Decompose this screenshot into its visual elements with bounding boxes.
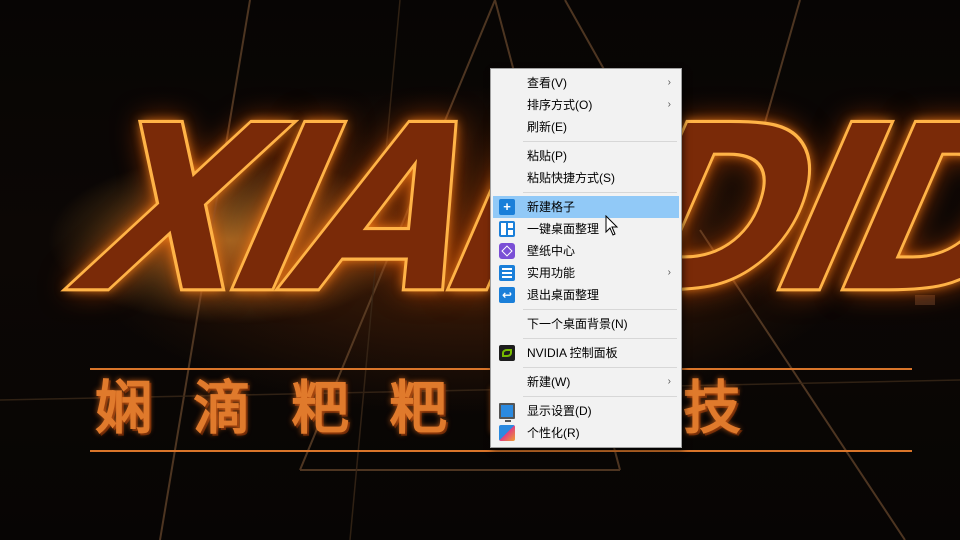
menu-item-new[interactable]: 新建(W) › xyxy=(493,371,679,393)
menu-item-view[interactable]: 查看(V) › xyxy=(493,72,679,94)
desktop-context-menu: 查看(V) › 排序方式(O) › 刷新(E) 粘贴(P) 粘贴快捷方式(S) … xyxy=(490,68,682,448)
menu-item-label: 个性化(R) xyxy=(527,426,580,440)
nvidia-icon xyxy=(499,345,515,361)
menu-separator xyxy=(523,367,677,368)
display-icon xyxy=(499,403,515,422)
menu-item-next-background[interactable]: 下一个桌面背景(N) xyxy=(493,313,679,335)
plus-icon: + xyxy=(499,199,515,215)
submenu-arrow-icon: › xyxy=(667,99,671,110)
cube-icon xyxy=(499,243,515,259)
menu-item-refresh[interactable]: 刷新(E) xyxy=(493,116,679,138)
mouse-cursor-icon xyxy=(605,215,619,236)
menu-item-label: 壁纸中心 xyxy=(527,244,576,258)
menu-item-label: 刷新(E) xyxy=(527,120,567,134)
menu-item-label: NVIDIA 控制面板 xyxy=(527,346,618,360)
submenu-arrow-icon: › xyxy=(667,77,671,88)
menu-separator xyxy=(523,396,677,397)
menu-item-display-settings[interactable]: 显示设置(D) xyxy=(493,400,679,422)
menu-item-exit-organize[interactable]: ↩ 退出桌面整理 xyxy=(493,284,679,306)
menu-item-paste-shortcut[interactable]: 粘贴快捷方式(S) xyxy=(493,167,679,189)
menu-item-utilities[interactable]: 实用功能 › xyxy=(493,262,679,284)
menu-item-label: 粘贴快捷方式(S) xyxy=(527,171,615,185)
menu-item-label: 下一个桌面背景(N) xyxy=(527,317,628,331)
list-icon xyxy=(499,265,515,281)
desktop-wallpaper[interactable]: XIANDIDABA 娴滴粑粑的科技 xyxy=(0,0,960,540)
menu-separator xyxy=(523,338,677,339)
menu-item-personalize[interactable]: 个性化(R) xyxy=(493,422,679,444)
menu-item-one-click-organize[interactable]: 一键桌面整理 xyxy=(493,218,679,240)
menu-item-label: 新建(W) xyxy=(527,375,571,389)
menu-item-new-grid[interactable]: + 新建格子 xyxy=(493,196,679,218)
menu-item-label: 显示设置(D) xyxy=(527,404,592,418)
menu-item-label: 排序方式(O) xyxy=(527,98,593,112)
menu-item-label: 查看(V) xyxy=(527,76,567,90)
menu-item-label: 粘贴(P) xyxy=(527,149,567,163)
menu-separator xyxy=(523,309,677,310)
menu-item-label: 一键桌面整理 xyxy=(527,222,600,236)
exit-icon: ↩ xyxy=(499,287,515,303)
menu-item-label: 退出桌面整理 xyxy=(527,288,600,302)
submenu-arrow-icon: › xyxy=(667,267,671,278)
menu-item-label: 新建格子 xyxy=(527,200,576,214)
menu-item-nvidia-control-panel[interactable]: NVIDIA 控制面板 xyxy=(493,342,679,364)
menu-item-paste[interactable]: 粘贴(P) xyxy=(493,145,679,167)
submenu-arrow-icon: › xyxy=(667,376,671,387)
menu-item-label: 实用功能 xyxy=(527,266,576,280)
menu-item-sort-by[interactable]: 排序方式(O) › xyxy=(493,94,679,116)
personalize-icon xyxy=(499,425,515,441)
grid-layout-icon xyxy=(499,221,515,237)
menu-separator xyxy=(523,192,677,193)
menu-item-wallpaper-center[interactable]: 壁纸中心 xyxy=(493,240,679,262)
menu-separator xyxy=(523,141,677,142)
